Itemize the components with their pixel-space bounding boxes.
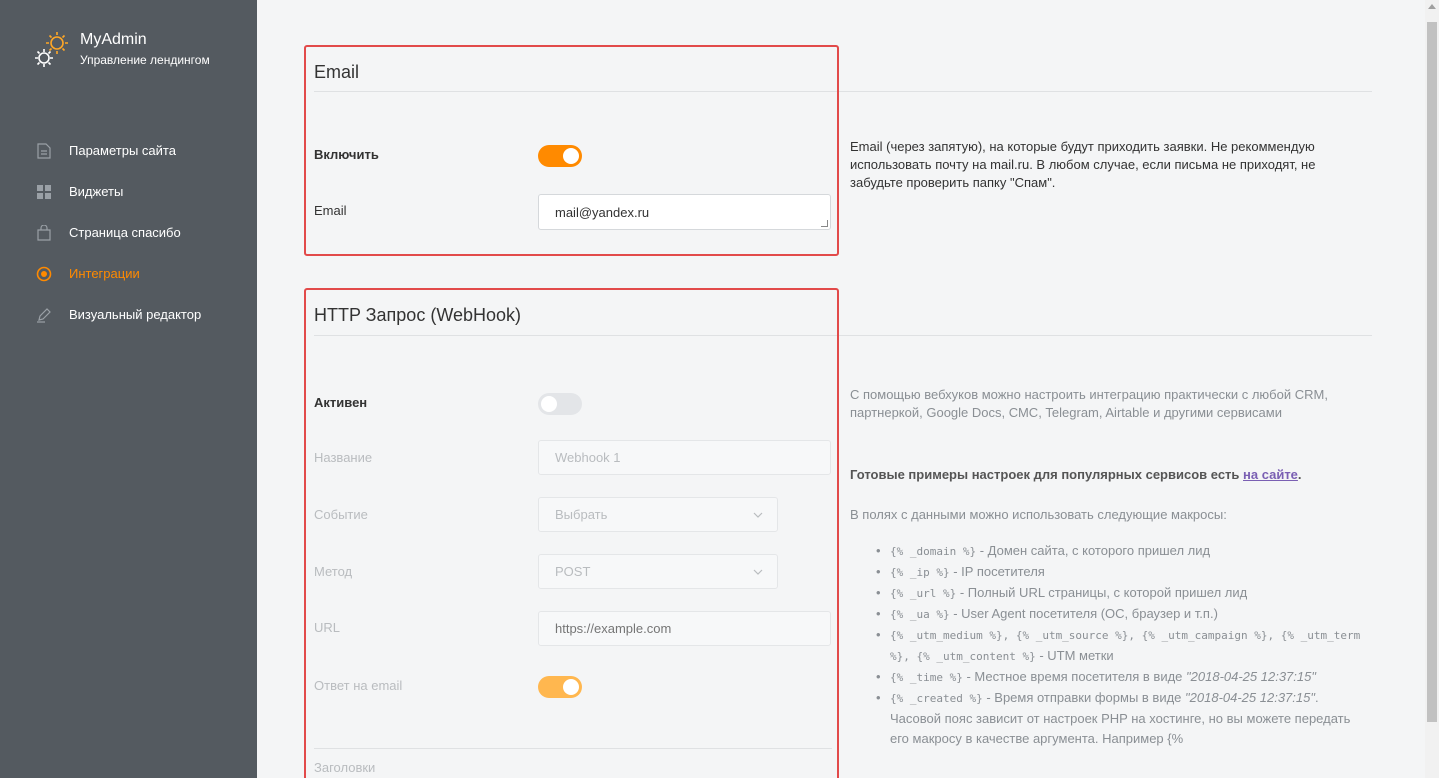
macro-text: - Местное время посетителя в виде <box>962 669 1187 684</box>
sidebar-item-site-settings[interactable]: Параметры сайта <box>0 130 257 171</box>
webhook-help-macros-intro: В полях с данными можно использовать сле… <box>850 507 1227 522</box>
macro-code: {% _domain %} <box>890 545 977 558</box>
scroll-up-icon[interactable] <box>1428 4 1436 9</box>
macro-code: {% _created %} <box>890 692 983 705</box>
sidebar-item-label: Параметры сайта <box>69 143 176 158</box>
document-icon <box>36 142 52 159</box>
list-item: {% _time %} - Местное время посетителя в… <box>872 667 1362 688</box>
email-section-highlight <box>304 45 839 256</box>
macro-text: - UTM метки <box>1035 648 1114 663</box>
macro-code: {% _url %} <box>890 587 957 600</box>
sidebar: MyAdmin Управление лендингом Параметры с… <box>0 0 257 778</box>
macro-code: {% _ua %} <box>890 608 950 621</box>
sidebar-item-label: Интеграции <box>69 266 140 281</box>
page-scrollbar[interactable] <box>1425 0 1439 778</box>
pencil-icon <box>36 307 52 323</box>
sidebar-item-thank-you-page[interactable]: Страница спасибо <box>0 212 257 253</box>
macro-code: {% _ip %} <box>890 566 950 579</box>
list-item: {% _ua %} - User Agent посетителя (ОС, б… <box>872 604 1362 625</box>
macro-list: {% _domain %} - Домен сайта, с которого … <box>872 541 1362 749</box>
sidebar-nav: Параметры сайта Виджеты Страница спасибо… <box>0 130 257 335</box>
sidebar-item-label: Визуальный редактор <box>69 307 202 322</box>
grid-icon <box>36 184 52 200</box>
webhook-help-examples: Готовые примеры настроек для популярных … <box>850 466 1370 484</box>
macro-text: - Полный URL страницы, с которой пришел … <box>956 585 1248 600</box>
sidebar-item-widgets[interactable]: Виджеты <box>0 171 257 212</box>
integration-icon <box>36 266 52 282</box>
macro-code: {% _utm_medium %}, {% _utm_source %}, {%… <box>890 629 1361 663</box>
sidebar-item-label: Страница спасибо <box>69 225 181 240</box>
list-item: {% _domain %} - Домен сайта, с которого … <box>872 541 1362 562</box>
examples-site-link[interactable]: на сайте <box>1243 467 1298 482</box>
scrollbar-thumb[interactable] <box>1427 22 1437 722</box>
webhook-help-examples-text: Готовые примеры настроек для популярных … <box>850 467 1244 482</box>
macro-example: "2018-04-25 12:37:15" <box>1185 690 1315 705</box>
sidebar-item-visual-editor[interactable]: Визуальный редактор <box>0 294 257 335</box>
brand-name: MyAdmin <box>80 31 147 48</box>
sidebar-item-label: Виджеты <box>69 184 124 199</box>
brand[interactable]: MyAdmin Управление лендингом <box>30 28 210 72</box>
sidebar-item-integrations[interactable]: Интеграции <box>0 253 257 294</box>
webhook-help-examples-end: . <box>1297 467 1302 482</box>
webhook-help-intro: С помощью вебхуков можно настроить интег… <box>850 387 1328 420</box>
brand-subtitle: Управление лендингом <box>80 53 210 67</box>
list-item: {% _created %} - Время отправки формы в … <box>872 688 1362 749</box>
list-item: {% _utm_medium %}, {% _utm_source %}, {%… <box>872 625 1362 667</box>
gears-icon <box>35 32 68 67</box>
macro-text: - Домен сайта, с которого пришел лид <box>976 543 1211 558</box>
webhook-section-highlight <box>304 288 839 778</box>
macro-text: - User Agent посетителя (ОС, браузер и т… <box>949 606 1218 621</box>
email-help-text: Email (через запятую), на которые будут … <box>850 139 1316 190</box>
macro-text: - Время отправки формы в виде <box>982 690 1186 705</box>
macro-example: "2018-04-25 12:37:15" <box>1186 669 1316 684</box>
list-item: {% _ip %} - IP посетителя <box>872 562 1362 583</box>
list-item: {% _url %} - Полный URL страницы, с кото… <box>872 583 1362 604</box>
macro-text: - IP посетителя <box>949 564 1045 579</box>
shopping-bag-icon <box>36 224 52 241</box>
macro-code: {% _time %} <box>890 671 963 684</box>
